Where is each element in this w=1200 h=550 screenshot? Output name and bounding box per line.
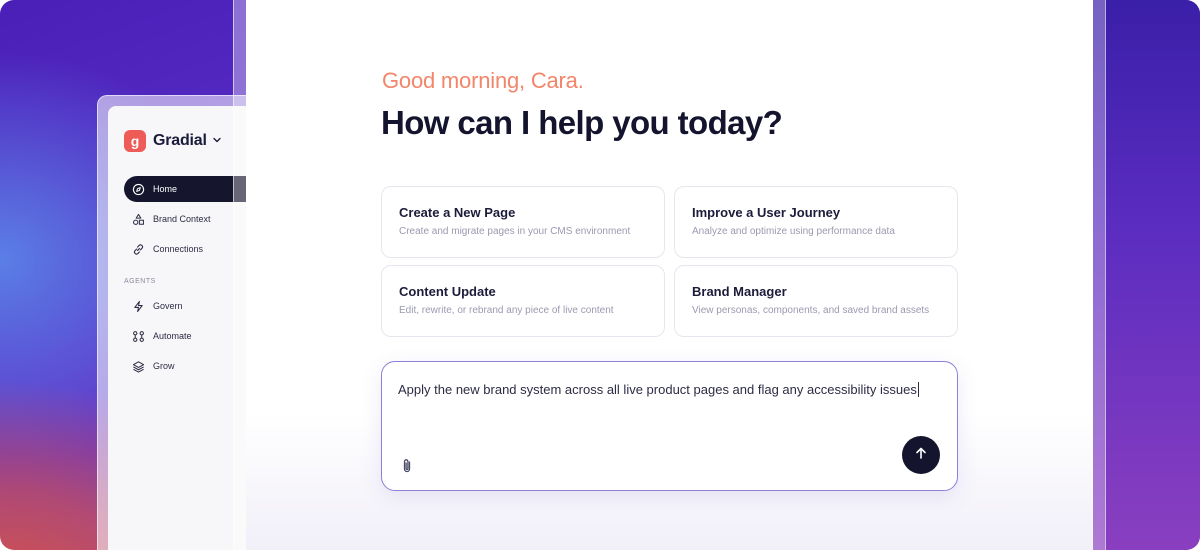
- background: g Gradial Home Brand Context Connections: [0, 0, 1200, 550]
- card-description: Edit, rewrite, or rebrand any piece of l…: [399, 305, 614, 316]
- card-description: Analyze and optimize using performance d…: [692, 226, 895, 237]
- prompt-text: Apply the new brand system across all li…: [398, 382, 917, 397]
- shapes-icon: [132, 213, 145, 226]
- sidebar-item-label: Grow: [153, 361, 175, 371]
- layers-icon: [132, 360, 145, 373]
- brand-logo: g: [124, 130, 146, 152]
- paperclip-icon[interactable]: [398, 457, 416, 475]
- sidebar-item-label: Brand Context: [153, 214, 211, 224]
- card-description: Create and migrate pages in your CMS env…: [399, 226, 631, 237]
- text-caret: [917, 382, 919, 397]
- suggestion-card-content-update[interactable]: Content Update Edit, rewrite, or rebrand…: [381, 265, 665, 337]
- link-icon: [132, 243, 145, 256]
- workspace-switcher[interactable]: g Gradial: [124, 130, 222, 152]
- suggestion-card-brand-manager[interactable]: Brand Manager View personas, components,…: [674, 265, 958, 337]
- section-label-agents: AGENTS: [124, 278, 156, 285]
- chevron-down-icon: [212, 135, 222, 148]
- main-panel: Good morning, Cara. How can I help you t…: [246, 0, 1093, 550]
- glass-divider-right: [1092, 0, 1106, 550]
- sidebar-item-label: Automate: [153, 331, 192, 341]
- sidebar-item-label: Connections: [153, 244, 204, 254]
- lightning-icon: [132, 300, 145, 313]
- card-title: Improve a User Journey: [692, 205, 841, 220]
- suggestion-card-create-page[interactable]: Create a New Page Create and migrate pag…: [381, 186, 665, 258]
- compass-icon: [132, 183, 145, 196]
- arrow-up-icon: [914, 446, 928, 465]
- send-button[interactable]: [902, 436, 940, 474]
- sidebar-item-label: Govern: [153, 301, 183, 311]
- prompt-composer[interactable]: Apply the new brand system across all li…: [381, 361, 958, 491]
- workflow-icon: [132, 330, 145, 343]
- prompt-input[interactable]: Apply the new brand system across all li…: [398, 382, 919, 397]
- greeting: Good morning, Cara.: [382, 68, 584, 93]
- card-description: View personas, components, and saved bra…: [692, 305, 930, 316]
- brand-name: Gradial: [153, 132, 207, 149]
- sidebar: g Gradial Home Brand Context Connections: [108, 106, 264, 550]
- glass-divider: [233, 0, 247, 550]
- suggestion-card-improve-journey[interactable]: Improve a User Journey Analyze and optim…: [674, 186, 958, 258]
- sidebar-item-label: Home: [153, 184, 178, 194]
- card-title: Create a New Page: [399, 205, 516, 220]
- page-title: How can I help you today?: [381, 104, 783, 141]
- card-title: Brand Manager: [692, 284, 787, 299]
- card-title: Content Update: [399, 284, 496, 299]
